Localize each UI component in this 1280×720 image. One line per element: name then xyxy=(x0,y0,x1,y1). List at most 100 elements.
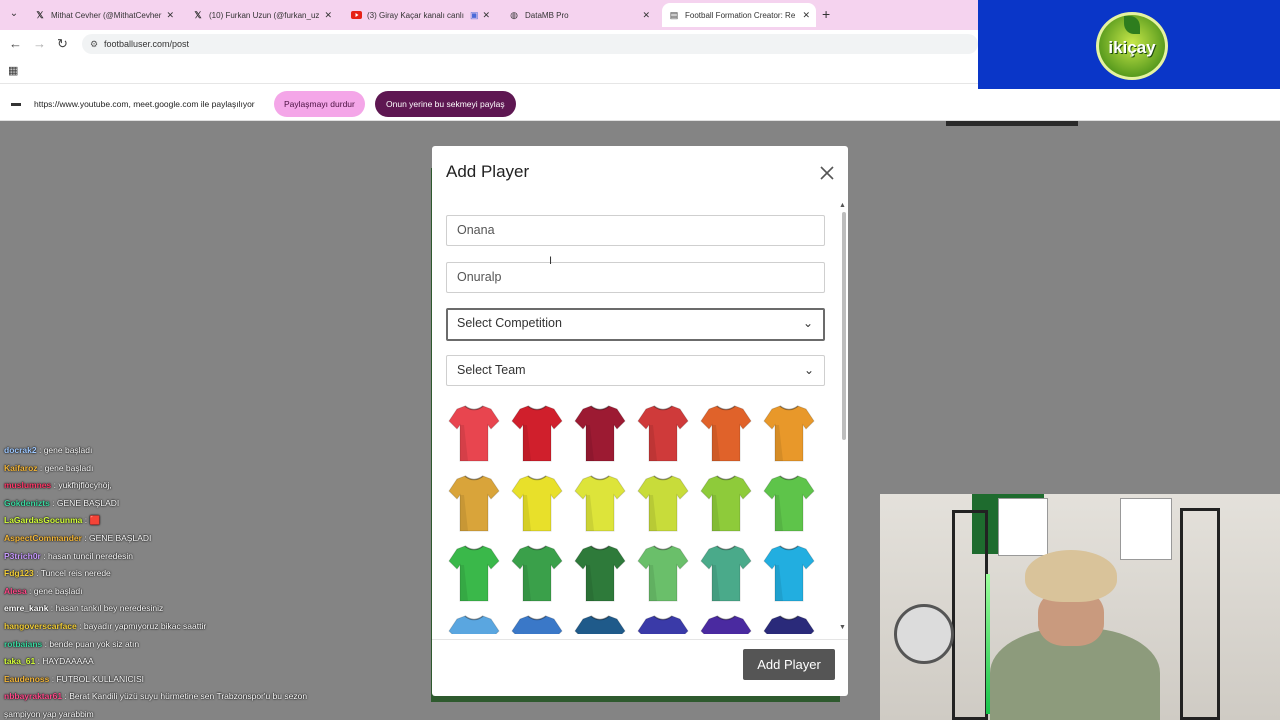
logo-text: ikiçay xyxy=(1108,38,1156,57)
chat-text: : GENE BAŞLADI xyxy=(81,533,152,543)
competition-select[interactable]: Select Competition ⌄ xyxy=(446,308,825,341)
forward-arrow-icon[interactable]: → xyxy=(33,36,46,51)
stop-sharing-button[interactable]: Paylaşmayı durdur xyxy=(274,91,365,117)
close-tab-icon[interactable]: ✕ xyxy=(642,10,650,21)
chat-message: emre_kank : hasan tankıl bey neredesiniz xyxy=(4,603,163,613)
jersey-color-option[interactable] xyxy=(448,543,500,603)
new-tab-plus-icon[interactable]: + xyxy=(822,6,830,22)
webcam-fan xyxy=(894,604,954,664)
close-tab-icon[interactable]: ✕ xyxy=(324,10,332,21)
jersey-color-option[interactable] xyxy=(574,613,626,634)
jersey-color-option[interactable] xyxy=(637,473,689,533)
chat-text: : hasan tuncil neredesin xyxy=(40,550,134,561)
chat-message: AspectCommander : GENE BAŞLADI xyxy=(4,533,151,543)
chat-text: : GENE BAŞLADI xyxy=(49,497,120,508)
tab-search-chevron-icon[interactable]: ⌄ xyxy=(6,6,22,22)
browser-tab-label: Mithat Cevher (@MithatCevher xyxy=(51,10,162,20)
browser-tab[interactable]: 𝕏 Mithat Cevher (@MithatCevher ✕ xyxy=(28,3,180,27)
close-tab-icon[interactable]: ✕ xyxy=(166,10,174,21)
browser-tab[interactable]: (3) Giray Kaçar kanalı canlı y ▣ ✕ xyxy=(344,3,496,27)
youtube-icon xyxy=(350,9,362,21)
jersey-color-option[interactable] xyxy=(511,543,563,603)
add-player-modal: Add Player Onana Onuralp Select Competit… xyxy=(432,146,848,696)
scroll-down-arrow-icon[interactable]: ▼ xyxy=(839,624,846,631)
jersey-color-option[interactable] xyxy=(511,473,563,533)
jersey-color-option[interactable] xyxy=(700,473,752,533)
add-player-button[interactable]: Add Player xyxy=(743,649,835,680)
webcam-wall-board xyxy=(1120,498,1172,560)
jersey-color-option[interactable] xyxy=(637,613,689,634)
browser-tab-active[interactable]: ▤ Football Formation Creator: Re ✕ xyxy=(662,3,816,27)
browser-tab[interactable]: ◍ DataMB Pro ✕ xyxy=(502,3,656,27)
url-text: footballuser.com/post xyxy=(104,39,190,49)
chat-text: : gene başladı xyxy=(36,445,93,455)
close-tab-icon[interactable]: ✕ xyxy=(802,10,810,21)
browser-tab-label: Football Formation Creator: Re xyxy=(685,10,796,20)
team-select-label: Select Team xyxy=(457,363,526,377)
url-field[interactable]: ⚙ footballuser.com/post xyxy=(82,34,978,54)
chat-text: : gene başladı xyxy=(26,585,83,596)
scroll-up-arrow-icon[interactable]: ▲ xyxy=(839,202,846,209)
share-this-tab-button[interactable]: Onun yerine bu sekmeyi paylaş xyxy=(375,91,516,117)
chevron-down-icon: ⌄ xyxy=(802,316,813,330)
jersey-color-option[interactable] xyxy=(574,403,626,463)
share-status-text: https://www.youtube.com, meet.google.com… xyxy=(34,99,255,109)
chevron-down-icon: ⌄ xyxy=(803,363,814,377)
chat-message: Fdg123 : Tuncel reis nerede xyxy=(4,568,111,578)
chat-username: docrak2 xyxy=(4,445,37,455)
chat-text: şampiyon yap yarabbim xyxy=(4,709,94,719)
chat-message: P3trich0r : hasan tuncil neredesin xyxy=(4,551,133,561)
chat-message: docrak2 : gene başladı xyxy=(4,445,92,455)
apps-grid-icon[interactable]: ▦ xyxy=(8,64,18,77)
player-name-input[interactable]: Onuralp xyxy=(446,262,825,293)
chat-username: muslumnes xyxy=(4,480,52,491)
close-tab-icon[interactable]: ✕ xyxy=(482,10,490,21)
chat-username: nbbayraktar61 xyxy=(4,691,63,702)
back-arrow-icon[interactable]: ← xyxy=(9,36,22,51)
jersey-color-option[interactable] xyxy=(637,543,689,603)
player-surname-value: Onana xyxy=(457,223,495,237)
modal-footer-divider xyxy=(432,639,848,640)
team-select[interactable]: Select Team ⌄ xyxy=(446,355,825,386)
browser-tab[interactable]: 𝕏 (10) Furkan Uzun (@furkan_uz ✕ xyxy=(186,3,338,27)
chat-username: Kaifaroz xyxy=(4,462,38,473)
chat-text: : 🟥 xyxy=(82,515,101,526)
close-icon[interactable] xyxy=(817,163,837,183)
chat-text: : Tuncel reis nerede xyxy=(33,568,111,579)
chat-username: LaGardasGocunma xyxy=(4,515,83,526)
chat-message: muslumnes : yukfhjflöcyhöj, xyxy=(4,480,112,490)
jersey-color-option[interactable] xyxy=(763,403,815,463)
chat-username: Alesa xyxy=(4,585,27,596)
chat-text: : FUTBOL KULLANICISI xyxy=(49,673,144,684)
browser-tab-label: (3) Giray Kaçar kanalı canlı y xyxy=(367,10,466,20)
jersey-color-option[interactable] xyxy=(448,613,500,634)
jersey-color-option[interactable] xyxy=(763,543,815,603)
site-info-icon[interactable]: ⚙ xyxy=(90,34,98,54)
jersey-color-option[interactable] xyxy=(511,403,563,463)
jersey-color-option[interactable] xyxy=(448,473,500,533)
webcam-person-hair xyxy=(1025,550,1117,602)
x-logo-icon: 𝕏 xyxy=(194,9,202,20)
jersey-color-option[interactable] xyxy=(700,403,752,463)
jersey-color-option[interactable] xyxy=(511,613,563,634)
jersey-color-option[interactable] xyxy=(763,473,815,533)
reload-icon[interactable]: ↻ xyxy=(57,36,68,52)
globe-icon: ◍ xyxy=(510,9,518,20)
chat-message: hangoverscarface : bayadır yapmıyoruz bi… xyxy=(4,621,206,631)
jersey-color-option[interactable] xyxy=(700,543,752,603)
chat-message: LaGardasGocunma : 🟥 xyxy=(4,515,100,526)
jersey-color-option[interactable] xyxy=(574,543,626,603)
chat-username: Eaudenoss xyxy=(4,673,50,684)
player-surname-input[interactable]: Onana xyxy=(446,215,825,246)
jersey-color-option[interactable] xyxy=(448,403,500,463)
chat-message: nbbayraktar61 : Berat Kandili yüzü suyu … xyxy=(4,691,307,701)
chat-username: taka_61 xyxy=(4,656,36,667)
modal-scrollbar-thumb[interactable] xyxy=(842,212,846,440)
jersey-color-option[interactable] xyxy=(637,403,689,463)
bookmarks-bar: ▦ xyxy=(0,58,978,84)
jersey-color-option[interactable] xyxy=(763,613,815,634)
chat-username: AspectCommander xyxy=(4,533,82,543)
chat-message: şampiyon yap yarabbim xyxy=(4,709,94,719)
jersey-color-option[interactable] xyxy=(574,473,626,533)
jersey-color-option[interactable] xyxy=(700,613,752,634)
